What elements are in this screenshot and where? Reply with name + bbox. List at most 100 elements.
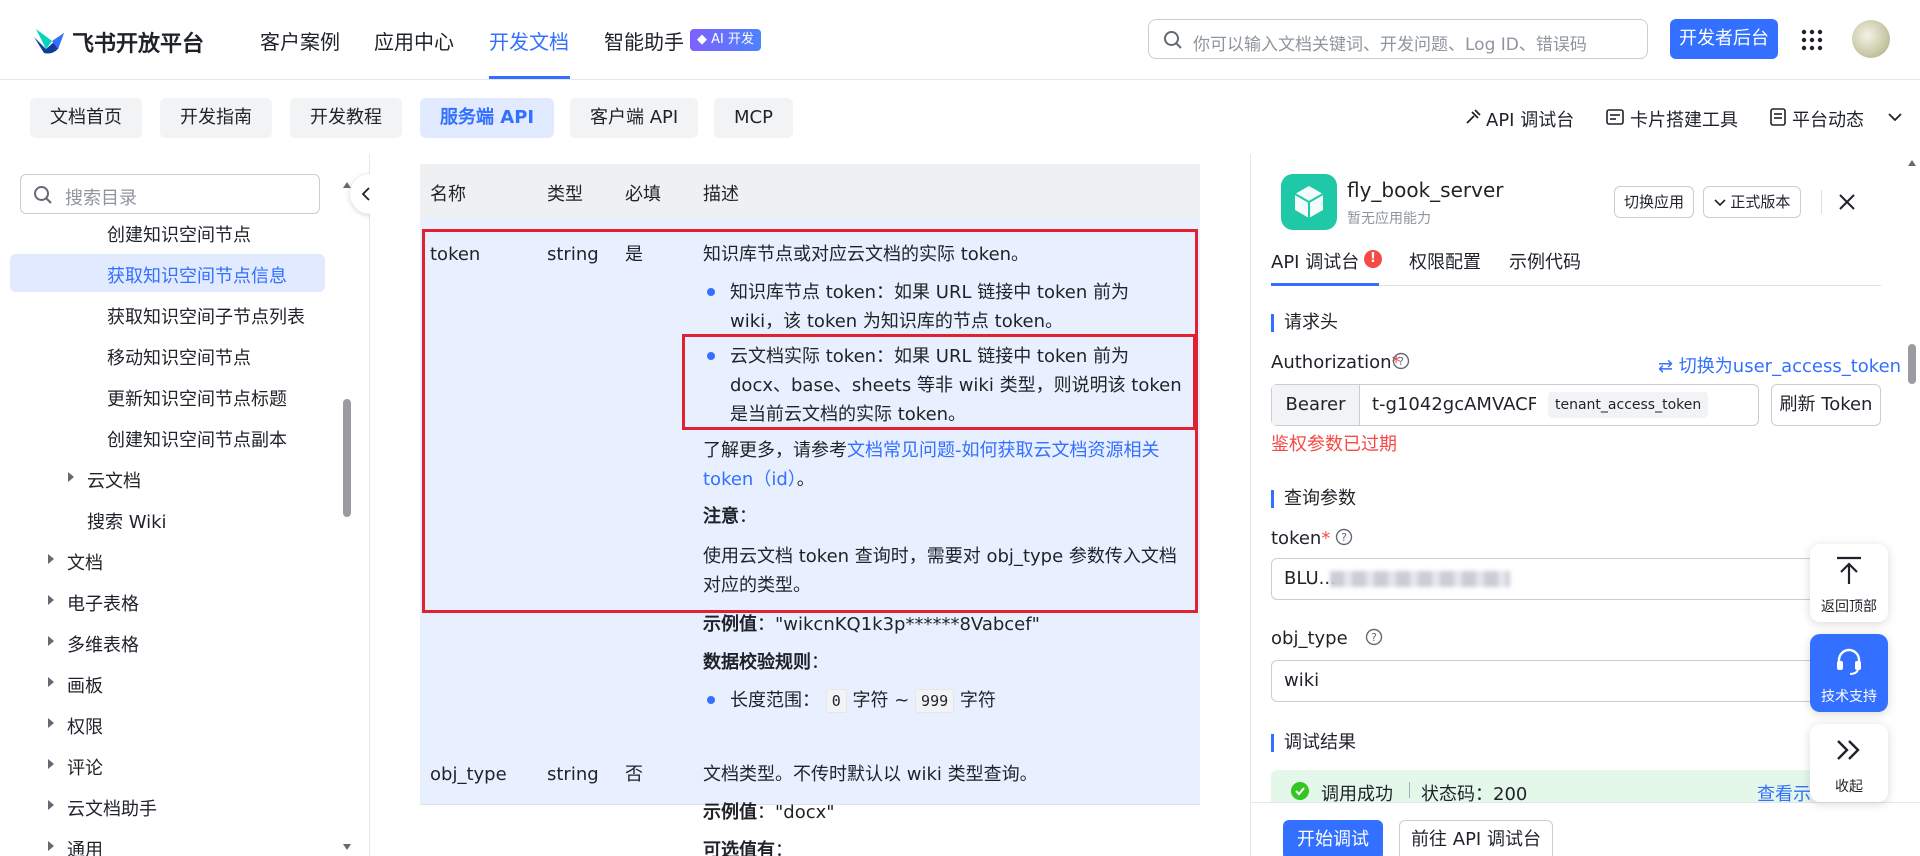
refresh-token-button[interactable]: 刷新 Token [1771, 384, 1881, 426]
bullet-dot [707, 352, 715, 360]
param-type: string [547, 764, 599, 785]
example-line: 示例值："docx" [703, 798, 835, 827]
col-name-header: 名称 [430, 184, 466, 205]
debug-result-title: 调试结果 [1271, 734, 1356, 752]
close-icon[interactable] [1837, 192, 1857, 212]
catalog-search-placeholder: 搜索目录 [65, 188, 137, 209]
sidebar-item-get-node-info[interactable]: 获取知识空间节点信息 [107, 262, 287, 288]
sidebar-item-cloud-docs[interactable]: 云文档 [87, 467, 141, 493]
obj-type-input[interactable]: wiki [1271, 660, 1831, 702]
arrow-up-icon [1837, 556, 1861, 584]
goto-api-console-button[interactable]: 前往 API 调试台 [1399, 820, 1553, 856]
tab-client-api[interactable]: 客户端 API [570, 98, 699, 138]
tab-mcp[interactable]: MCP [714, 98, 793, 138]
panel-scrollbar[interactable] [1908, 344, 1916, 384]
help-icon[interactable]: ? [1335, 528, 1353, 546]
sidebar-item-doc-assistant[interactable]: 云文档助手 [67, 795, 157, 821]
scroll-down-icon[interactable] [342, 842, 352, 852]
bullet-dot [707, 696, 715, 704]
sidebar-item-comment[interactable]: 评论 [67, 754, 103, 780]
caret-right-icon [48, 800, 54, 810]
tab-api-console[interactable]: API 调试台 [1271, 248, 1359, 274]
table-header [420, 164, 1200, 218]
token-input[interactable]: BLU... [1271, 558, 1831, 600]
tab-dev-guide[interactable]: 开发指南 [160, 98, 272, 138]
version-select[interactable]: 正式版本 [1703, 186, 1801, 218]
developer-console-button[interactable]: 开发者后台 [1670, 19, 1778, 59]
sidebar-item-list-child-nodes[interactable]: 获取知识空间子节点列表 [107, 303, 305, 329]
sidebar-item-copy-node[interactable]: 创建知识空间节点副本 [107, 426, 287, 452]
sidebar-item-sheets[interactable]: 电子表格 [67, 590, 139, 616]
search-placeholder: 你可以输入文档关键词、开发问题、Log ID、错误码 [1193, 35, 1587, 55]
sidebar-item-update-title[interactable]: 更新知识空间节点标题 [107, 385, 287, 411]
rules-colon: ： [811, 652, 829, 673]
top-nav: 飞书开放平台 客户案例 应用中心 开发文档 智能助手 ◆ AI 开发 你可以输入… [0, 0, 1920, 80]
user-avatar[interactable] [1852, 20, 1890, 58]
nav-dev-docs[interactable]: 开发文档 [489, 26, 569, 55]
main-content: 名称 类型 必填 描述 token string 是 知识库节点或对应云文档的实… [370, 154, 1250, 856]
param-name-obj-type: obj_type [430, 764, 507, 785]
back-to-top-label: 返回顶部 [1821, 599, 1877, 615]
nav-assistant[interactable]: 智能助手 [604, 26, 684, 55]
tab-server-api[interactable]: 服务端 API [420, 98, 555, 138]
caret-right-icon [48, 841, 54, 851]
catalog-search-input[interactable]: 搜索目录 [20, 174, 320, 214]
card-icon [1606, 109, 1624, 125]
token-type-tag: tenant_access_token [1548, 392, 1709, 418]
back-to-top-button[interactable]: 返回顶部 [1810, 544, 1888, 622]
collapse-button[interactable]: 收起 [1810, 724, 1888, 802]
caret-right-icon [48, 636, 54, 646]
sidebar-scrollbar[interactable] [343, 399, 351, 517]
tab-permissions[interactable]: 权限配置 [1409, 248, 1481, 274]
tab-sample-code[interactable]: 示例代码 [1509, 248, 1581, 274]
brand-logo-icon[interactable] [32, 27, 66, 55]
bullet-dot [707, 288, 715, 296]
note-heading: 注意： [703, 502, 757, 531]
sidebar-item-common[interactable]: 通用 [67, 836, 103, 856]
switch-app-button[interactable]: 切换应用 [1614, 186, 1694, 218]
help-icon[interactable]: ? [1392, 352, 1410, 370]
search-icon [1164, 31, 1182, 49]
sidebar-item-board[interactable]: 画板 [67, 672, 103, 698]
sidebar-item-search-wiki[interactable]: 搜索 Wiki [87, 508, 167, 534]
switch-token-link[interactable]: ⇄ 切换为user_access_token [1658, 352, 1901, 378]
sidebar-item-docs[interactable]: 文档 [67, 549, 103, 575]
col-type-header: 类型 [547, 184, 583, 205]
tab-doc-home[interactable]: 文档首页 [30, 98, 142, 138]
token-value[interactable]: t-g1042gcAMVACF267AC [1372, 394, 1536, 415]
brand-name[interactable]: 飞书开放平台 [72, 26, 204, 58]
app-name: fly_book_server [1347, 178, 1504, 202]
tab-active-indicator [1271, 283, 1379, 286]
bullet-doc-token: 云文档实际 token：如果 URL 链接中 token 前为 docx、bas… [730, 346, 1182, 425]
sidebar-item-bitable[interactable]: 多维表格 [67, 631, 139, 657]
nav-customer-cases[interactable]: 客户案例 [260, 26, 340, 55]
redacted-blur [1330, 571, 1510, 587]
example-value: ："wikcnKQ1k3p******8Vabcef" [757, 614, 1040, 635]
nav-app-center[interactable]: 应用中心 [374, 26, 454, 55]
app-subtitle: 暂无应用能力 [1347, 211, 1431, 227]
start-debug-button[interactable]: 开始调试 [1283, 820, 1383, 856]
bullet-wiki-token: 知识库节点 token：如果 URL 链接中 token 前为 wiki，该 t… [730, 282, 1129, 332]
example-value: ："docx" [757, 802, 835, 823]
learn-more-text: 了解更多，请参考文档常见问题-如何获取云文档资源相关 token（id）。 [703, 436, 1173, 494]
apps-grid-icon[interactable] [1800, 28, 1824, 52]
sidebar-item-create-node[interactable]: 创建知识空间节点 [107, 221, 251, 247]
obj-type-field-label: obj_type [1271, 628, 1348, 649]
range-unit: 字符 [959, 690, 996, 711]
rules-label: 数据校验规则 [703, 652, 811, 673]
query-params-title: 查询参数 [1271, 490, 1356, 508]
svg-text:?: ? [1341, 531, 1347, 544]
platform-news-label: 平台动态 [1792, 110, 1864, 131]
options-colon: ： [775, 840, 793, 856]
sidebar-item-move-node[interactable]: 移动知识空间节点 [107, 344, 251, 370]
search-icon [34, 186, 52, 204]
help-icon[interactable]: ? [1365, 628, 1383, 646]
col-desc-header: 描述 [703, 184, 739, 205]
sidebar-item-permission[interactable]: 权限 [67, 713, 103, 739]
param-desc: 知识库节点或对应云文档的实际 token。 [703, 244, 1030, 265]
tab-dev-tutorial[interactable]: 开发教程 [290, 98, 402, 138]
scroll-up-icon[interactable] [1907, 158, 1917, 168]
tech-support-button[interactable]: 技术支持 [1810, 634, 1888, 712]
error-badge-icon: ! [1364, 250, 1382, 268]
doc-search-input[interactable]: 你可以输入文档关键词、开发问题、Log ID、错误码 [1148, 19, 1648, 59]
